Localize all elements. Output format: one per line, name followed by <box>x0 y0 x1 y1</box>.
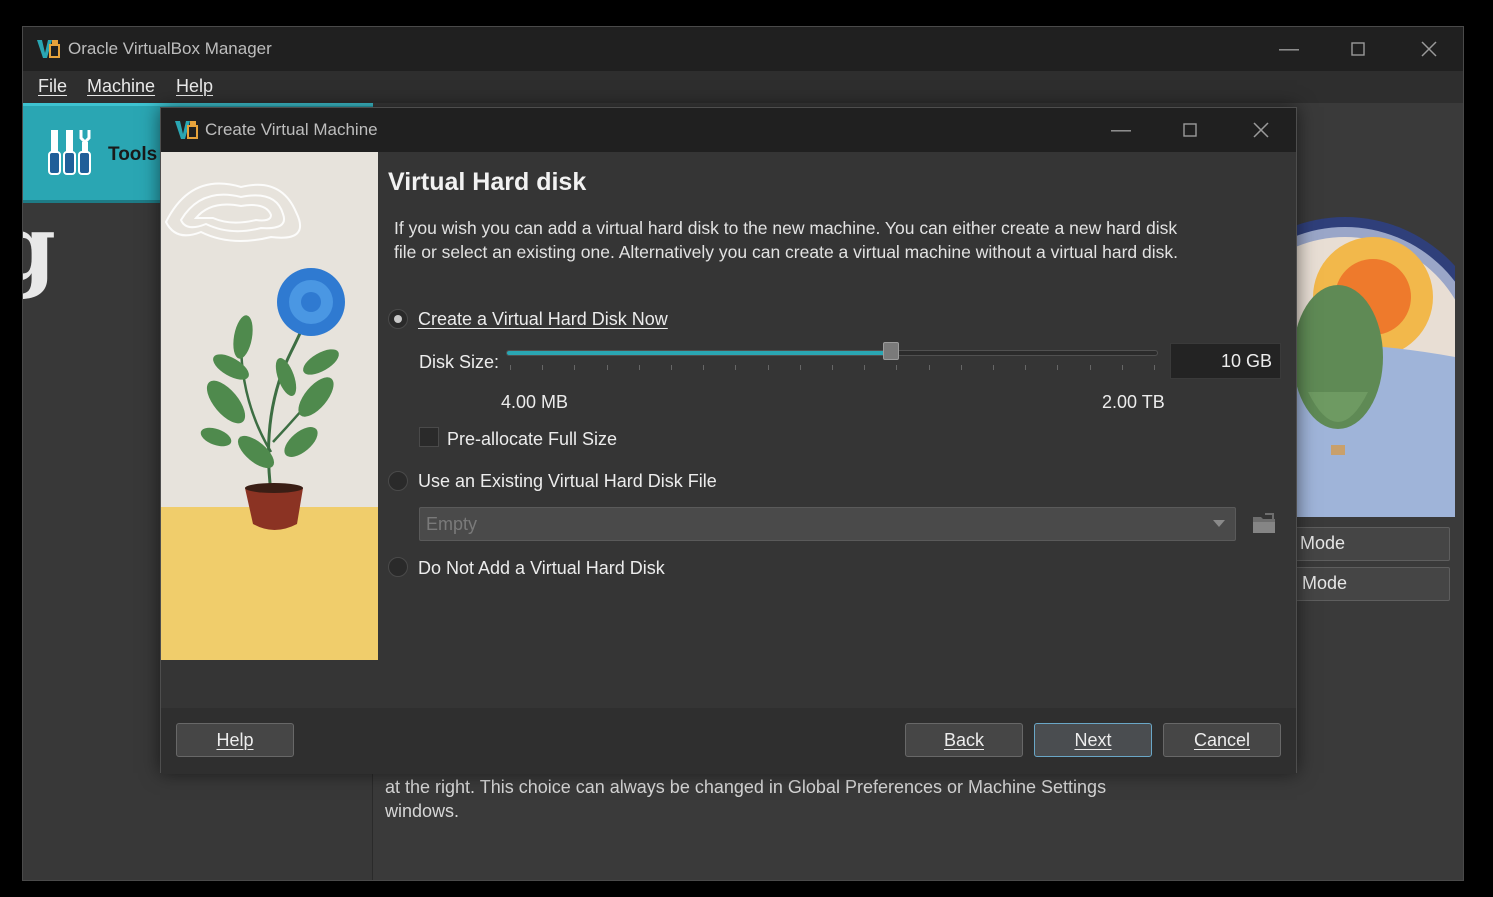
menu-help[interactable]: Help <box>176 76 213 97</box>
disk-size-input[interactable]: 10 GB <box>1170 343 1281 379</box>
dialog-title: Create Virtual Machine <box>205 120 378 139</box>
tools-label: Tools <box>108 144 158 165</box>
existing-disk-select[interactable]: Empty <box>419 507 1236 541</box>
close-icon[interactable] <box>1238 108 1284 152</box>
maximize-icon[interactable] <box>1167 108 1213 152</box>
slider-tick <box>1121 365 1123 370</box>
menu-file[interactable]: File <box>38 76 67 97</box>
page-description: If you wish you can add a virtual hard d… <box>394 218 1179 262</box>
slider-tick <box>703 365 705 370</box>
preallocate-label[interactable]: Pre-allocate Full Size <box>447 429 617 450</box>
help-button[interactable]: Help <box>176 723 294 757</box>
back-button[interactable]: Back <box>905 723 1023 757</box>
menubar: File Machine Help <box>23 71 1463 103</box>
cancel-button[interactable]: Cancel <box>1163 723 1281 757</box>
disk-size-slider-thumb[interactable] <box>882 342 899 360</box>
minimize-icon[interactable]: — <box>1098 108 1144 152</box>
slider-tick <box>767 365 769 370</box>
existing-disk-select-value: Empty <box>426 514 478 534</box>
maximize-icon[interactable] <box>1335 27 1381 71</box>
preallocate-checkbox[interactable] <box>419 427 439 447</box>
slider-tick <box>1025 365 1027 370</box>
next-button[interactable]: Next <box>1034 723 1152 757</box>
slider-tick <box>1089 365 1091 370</box>
create-disk-label[interactable]: Create a Virtual Hard Disk Now <box>418 309 668 330</box>
slider-tick <box>928 365 930 370</box>
slider-tick <box>606 365 608 370</box>
use-existing-radio[interactable] <box>388 471 408 491</box>
chevron-down-icon <box>1213 520 1225 527</box>
slider-tick <box>735 365 737 370</box>
slider-tick <box>671 365 672 370</box>
slider-tick <box>832 365 833 370</box>
minimize-icon[interactable]: — <box>1266 27 1312 71</box>
dialog-titlebar: Create Virtual Machine — <box>161 108 1296 152</box>
menu-machine[interactable]: Machine <box>87 76 155 97</box>
slider-tick <box>864 365 866 370</box>
main-window-title: Oracle VirtualBox Manager <box>68 39 272 58</box>
slider-tick <box>1154 365 1155 370</box>
bg-glyph: t <box>1463 195 1464 301</box>
slider-min-label: 4.00 MB <box>501 392 569 412</box>
tools-icon <box>48 130 91 175</box>
expert-mode-button[interactable]: Mode <box>1273 527 1450 561</box>
guided-mode-button[interactable]: t Mode <box>1273 567 1450 601</box>
bg-glyph: g <box>23 195 56 301</box>
slider-max-label: 2.00 TB <box>1102 392 1165 412</box>
use-existing-label[interactable]: Use an Existing Virtual Hard Disk File <box>418 471 717 492</box>
slider-tick <box>960 365 962 370</box>
create-disk-radio[interactable] <box>388 309 408 329</box>
slider-tick <box>1057 365 1059 370</box>
create-vm-dialog: Create Virtual Machine — Virtual Hard di… <box>160 107 1297 774</box>
no-disk-radio[interactable] <box>388 557 408 577</box>
page-heading: Virtual Hard disk <box>388 168 587 196</box>
main-titlebar: Oracle VirtualBox Manager — <box>23 27 1463 71</box>
slider-tick <box>542 365 544 370</box>
no-disk-label[interactable]: Do Not Add a Virtual Hard Disk <box>418 558 665 579</box>
virtualbox-logo-icon <box>37 40 60 58</box>
virtualbox-logo-icon <box>175 121 198 139</box>
disk-size-slider-fill <box>507 351 891 355</box>
disk-size-slider[interactable] <box>506 350 1158 356</box>
slider-tick <box>896 365 898 370</box>
choose-file-folder-icon[interactable] <box>1251 510 1277 536</box>
slider-tick <box>799 365 801 370</box>
slider-tick <box>993 365 994 370</box>
close-icon[interactable] <box>1406 27 1452 71</box>
slider-tick <box>510 365 511 370</box>
flower-illustration-icon <box>161 152 378 660</box>
disk-size-label: Disk Size: <box>419 352 500 372</box>
slider-tick <box>574 365 576 370</box>
welcome-text: at the right. This choice can always be … <box>385 777 1107 821</box>
slider-tick <box>638 365 640 370</box>
